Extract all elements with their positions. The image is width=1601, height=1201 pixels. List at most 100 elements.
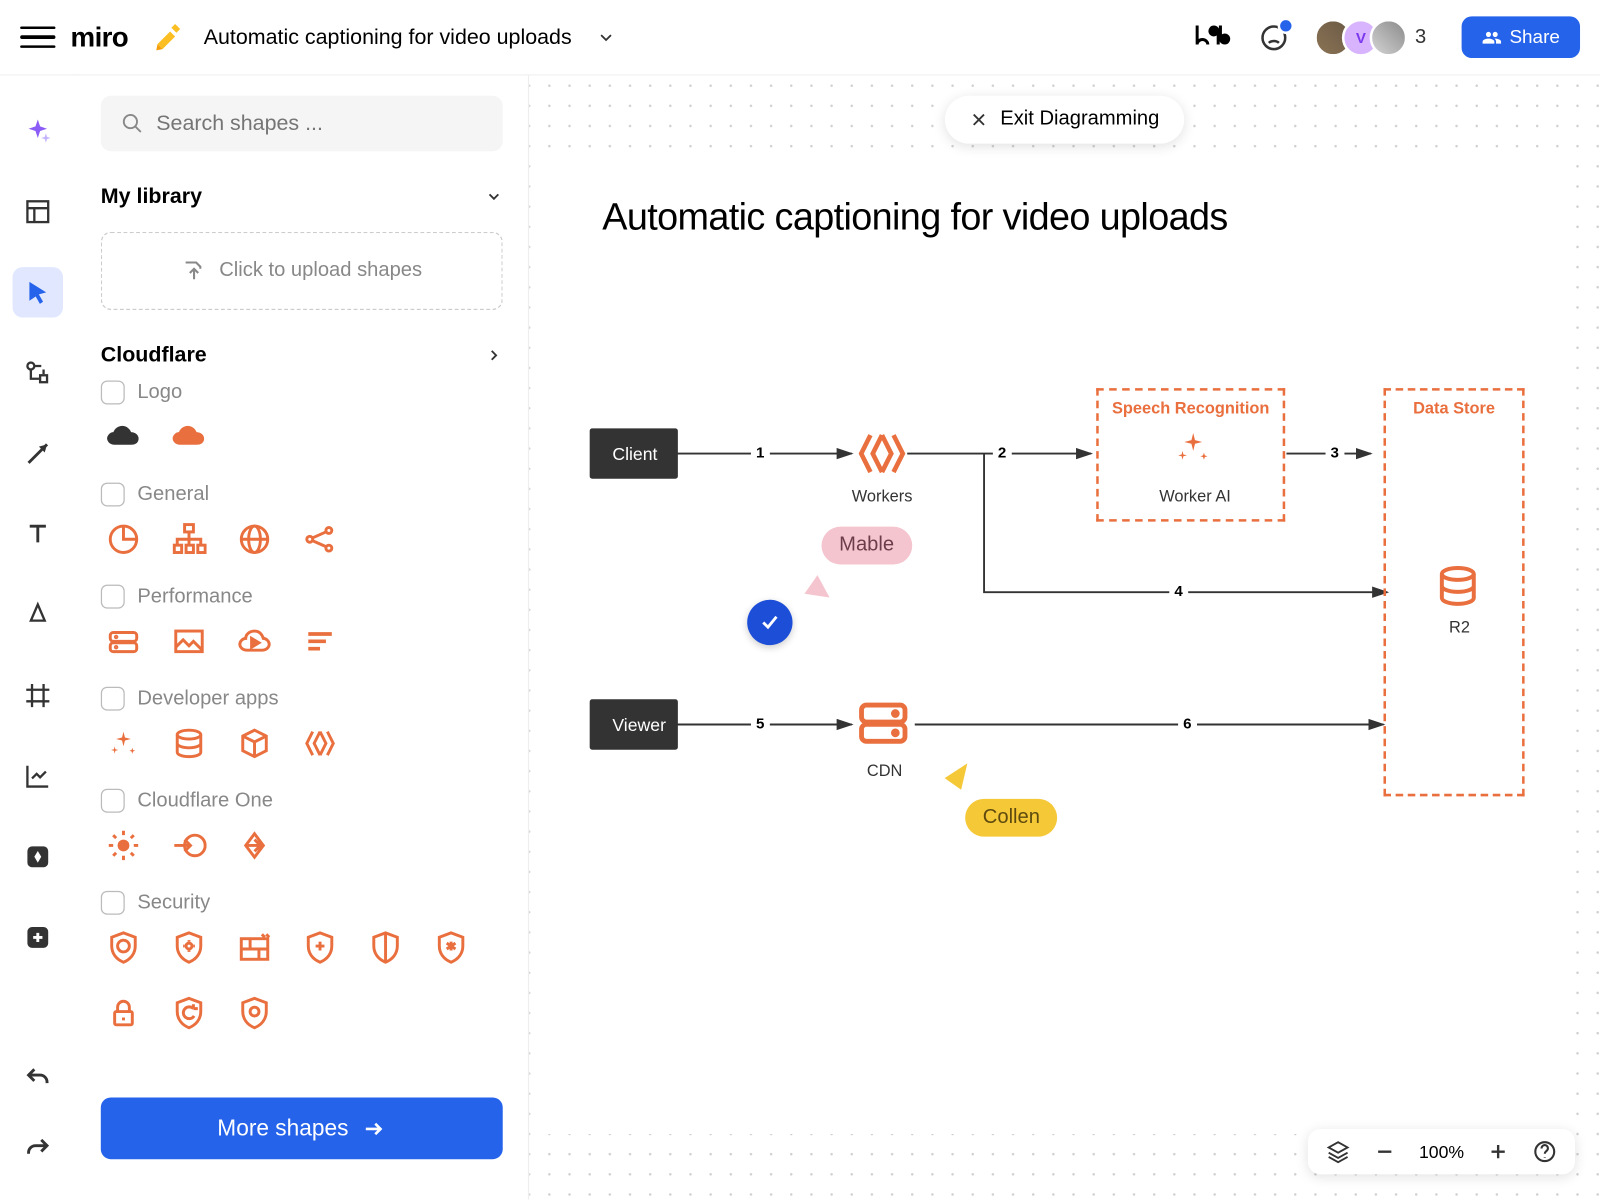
cfone-group-label: Cloudflare One bbox=[137, 789, 273, 812]
zoom-in-button[interactable] bbox=[1487, 1140, 1510, 1163]
cloudflare-label: Cloudflare bbox=[101, 343, 207, 368]
share-label: Share bbox=[1509, 26, 1559, 47]
shield-star-icon[interactable] bbox=[300, 927, 340, 967]
topbar: miro Automatic captioning for video uplo… bbox=[0, 0, 1600, 76]
database-icon[interactable] bbox=[169, 723, 209, 763]
piechart-icon[interactable] bbox=[103, 519, 143, 559]
speech-recognition-label: Speech Recognition bbox=[1099, 398, 1283, 417]
sun-icon[interactable] bbox=[103, 825, 143, 865]
canvas[interactable]: Exit Diagramming Automatic captioning fo… bbox=[529, 76, 1600, 1200]
chevron-down-icon[interactable] bbox=[597, 28, 615, 46]
ai-tool-icon[interactable] bbox=[13, 106, 63, 156]
workers-node[interactable] bbox=[854, 426, 909, 481]
zoom-out-button[interactable] bbox=[1374, 1140, 1397, 1163]
performance-group-label: Performance bbox=[137, 585, 252, 608]
chart-tool-icon[interactable] bbox=[13, 751, 63, 801]
pen-tool-icon[interactable] bbox=[13, 590, 63, 640]
edge-label-1: 1 bbox=[751, 444, 770, 462]
general-checkbox[interactable] bbox=[101, 483, 125, 507]
globe-icon[interactable] bbox=[234, 519, 274, 559]
search-shapes-box[interactable] bbox=[101, 96, 503, 151]
shield-refresh-icon[interactable] bbox=[169, 993, 209, 1033]
avatar[interactable] bbox=[1370, 18, 1408, 56]
more-shapes-button[interactable]: More shapes bbox=[101, 1097, 503, 1159]
client-node[interactable]: Client bbox=[590, 428, 678, 478]
firewall-icon[interactable] bbox=[234, 927, 274, 967]
diagram-tool-icon[interactable] bbox=[13, 348, 63, 398]
logout-icon[interactable] bbox=[234, 825, 274, 865]
board-icon bbox=[153, 22, 183, 52]
performance-checkbox[interactable] bbox=[101, 585, 125, 609]
cloud-dark-icon[interactable] bbox=[103, 417, 143, 457]
r2-node[interactable] bbox=[1434, 562, 1482, 610]
database-icon bbox=[1434, 562, 1482, 610]
workers-icon[interactable] bbox=[300, 723, 340, 763]
upload-shapes-button[interactable]: Click to upload shapes bbox=[101, 232, 503, 310]
miro-logo: miro bbox=[71, 21, 129, 54]
add-tool-icon[interactable] bbox=[13, 912, 63, 962]
collen-cursor-tag: Collen bbox=[965, 799, 1057, 837]
cfone-group-header[interactable]: Cloudflare One bbox=[101, 789, 503, 813]
text-tool-icon[interactable] bbox=[13, 509, 63, 559]
reactions-icon[interactable]: ᖺᖳᖲ bbox=[1195, 23, 1229, 52]
layers-icon[interactable] bbox=[1326, 1139, 1351, 1164]
shield-gear-icon[interactable] bbox=[169, 927, 209, 967]
edge-label-3: 3 bbox=[1326, 444, 1345, 462]
board-title[interactable]: Automatic captioning for video uploads bbox=[204, 25, 572, 50]
data-store-group[interactable]: Data Store R2 bbox=[1383, 388, 1524, 796]
logo-group-header[interactable]: Logo bbox=[101, 381, 503, 405]
server-icon bbox=[854, 693, 912, 751]
image-icon[interactable] bbox=[169, 621, 209, 661]
search-shapes-input[interactable] bbox=[156, 111, 482, 136]
lock-icon[interactable] bbox=[103, 993, 143, 1033]
exit-label: Exit Diagramming bbox=[1000, 108, 1159, 131]
general-group-header[interactable]: General bbox=[101, 483, 503, 507]
security-checkbox[interactable] bbox=[101, 891, 125, 915]
cdn-node[interactable] bbox=[854, 693, 912, 751]
share-button[interactable]: Share bbox=[1462, 16, 1580, 58]
security-group-header[interactable]: Security bbox=[101, 891, 503, 915]
line-tool-icon[interactable] bbox=[13, 428, 63, 478]
undo-button[interactable] bbox=[13, 1053, 63, 1103]
shield-snow-icon[interactable] bbox=[431, 927, 471, 967]
shield-cog-icon[interactable] bbox=[234, 993, 274, 1033]
devapps-group-header[interactable]: Developer apps bbox=[101, 687, 503, 711]
cfone-checkbox[interactable] bbox=[101, 789, 125, 813]
logo-checkbox[interactable] bbox=[101, 381, 125, 405]
r2-label: R2 bbox=[1449, 617, 1470, 636]
template-tool-icon[interactable] bbox=[13, 186, 63, 236]
viewer-node[interactable]: Viewer bbox=[590, 699, 678, 749]
my-library-section[interactable]: My library bbox=[101, 171, 503, 221]
diagram-frame[interactable]: Automatic captioning for video uploads 1… bbox=[539, 151, 1560, 1134]
hierarchy-icon[interactable] bbox=[169, 519, 209, 559]
share-nodes-icon[interactable] bbox=[300, 519, 340, 559]
chat-icon[interactable] bbox=[1254, 17, 1294, 57]
main-menu-button[interactable] bbox=[20, 20, 55, 55]
shapes-panel: My library Click to upload shapes Cloudf… bbox=[76, 76, 530, 1200]
bars-icon[interactable] bbox=[300, 621, 340, 661]
frame-tool-icon[interactable] bbox=[13, 670, 63, 720]
select-tool-icon[interactable] bbox=[13, 267, 63, 317]
cloud-orange-icon[interactable] bbox=[169, 417, 209, 457]
shield-half-icon[interactable] bbox=[365, 927, 405, 967]
exit-diagramming-button[interactable]: Exit Diagramming bbox=[945, 96, 1185, 144]
zoom-controls: 100% bbox=[1308, 1129, 1575, 1174]
performance-group-header[interactable]: Performance bbox=[101, 585, 503, 609]
collaborator-avatars[interactable]: V 3 bbox=[1324, 18, 1426, 56]
redo-button[interactable] bbox=[13, 1124, 63, 1174]
cube-icon[interactable] bbox=[234, 723, 274, 763]
server-icon[interactable] bbox=[103, 621, 143, 661]
chevron-down-icon bbox=[485, 188, 503, 206]
shield-globe-icon[interactable] bbox=[103, 927, 143, 967]
zoom-level[interactable]: 100% bbox=[1419, 1142, 1464, 1162]
help-icon[interactable] bbox=[1532, 1139, 1557, 1164]
devapps-checkbox[interactable] bbox=[101, 687, 125, 711]
worker-ai-node[interactable] bbox=[1172, 426, 1215, 469]
cloud-play-icon[interactable] bbox=[234, 621, 274, 661]
logo-group-label: Logo bbox=[137, 381, 182, 404]
login-icon[interactable] bbox=[169, 825, 209, 865]
speech-recognition-group[interactable]: Speech Recognition Worker AI bbox=[1096, 388, 1285, 522]
sticker-tool-icon[interactable] bbox=[13, 832, 63, 882]
sparkle-icon[interactable] bbox=[103, 723, 143, 763]
cloudflare-section[interactable]: Cloudflare bbox=[101, 330, 503, 380]
